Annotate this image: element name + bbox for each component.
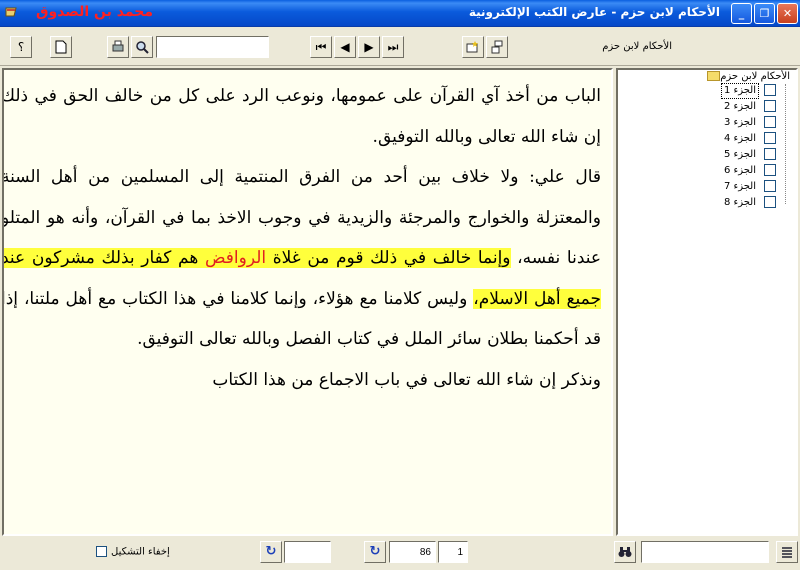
layout-icon <box>491 40 503 54</box>
list-icon <box>782 547 792 558</box>
book-label: الأحكام لابن حزم <box>602 41 672 52</box>
tree-item-label: الجزء 4 <box>723 133 756 144</box>
tree-root-label: الأحكام لابن حزم <box>720 71 790 82</box>
app-icon[interactable] <box>4 5 18 19</box>
folder-open-icon <box>707 71 721 81</box>
app-window: محمد بن الصدوق الأحكام لابن حزم - عارض ا… <box>0 0 800 570</box>
tree-item-part-5[interactable]: الجزء 5 <box>722 148 776 162</box>
checkbox[interactable] <box>764 132 776 144</box>
hide-diacritics-toggle[interactable]: إخفاء التشكيل <box>96 546 170 558</box>
close-button[interactable]: ✕ <box>777 3 798 24</box>
restore-button[interactable]: ❐ <box>754 3 775 24</box>
tree-item-label: الجزء 8 <box>723 197 756 208</box>
tree-item-part-3[interactable]: الجزء 3 <box>722 116 776 130</box>
print-button[interactable] <box>107 36 129 58</box>
list-button[interactable] <box>776 541 798 563</box>
checkbox[interactable] <box>764 180 776 192</box>
tree-item-part-4[interactable]: الجزء 4 <box>722 132 776 146</box>
bookmark-icon <box>466 41 478 53</box>
hide-diacritics-label: إخفاء التشكيل <box>111 546 170 558</box>
last-page-button[interactable]: ⏭ <box>382 36 404 58</box>
paragraph-2: قال علي: ولا خلاف بين أحد من الفرق المنت… <box>4 157 602 360</box>
first-page-button[interactable]: ⏮ <box>310 36 332 58</box>
text-pane[interactable]: الباب من أخذ آي القرآن على عمومها، ونوعب… <box>2 68 613 536</box>
go-to-page-button[interactable]: ↻ <box>364 541 386 563</box>
paragraph-3: ونذكر إن شاء الله تعالى في باب الاجماع م… <box>212 369 601 390</box>
tree-item-part-1[interactable]: الجزء 1 <box>720 83 776 99</box>
search-book-button[interactable] <box>131 36 153 58</box>
printer-icon <box>112 40 124 52</box>
tree-item-part-7[interactable]: الجزء 7 <box>722 180 776 194</box>
tree-item-part-2[interactable]: الجزء 2 <box>722 100 776 114</box>
prev-page-button[interactable]: ◀ <box>334 36 356 58</box>
help-button[interactable]: ؟ <box>10 36 32 58</box>
tree-item-part-6[interactable]: الجزء 6 <box>722 164 776 178</box>
text-segment: وإنما خالف في ذلك قوم من غلاة <box>266 248 511 268</box>
minimize-button[interactable]: _ <box>731 3 752 24</box>
status-bar: إخفاء التشكيل ↻ ↻ <box>0 538 800 570</box>
tree-item-part-8[interactable]: الجزء 8 <box>722 196 776 210</box>
tree-item-label: الجزء 7 <box>723 181 756 192</box>
tree-item-label: الجزء 5 <box>723 149 756 160</box>
tree-item-label: الجزء 3 <box>723 117 756 128</box>
search-icon <box>136 41 149 54</box>
part-number-field[interactable] <box>438 541 468 563</box>
checkbox[interactable] <box>764 116 776 128</box>
checkbox[interactable] <box>764 196 776 208</box>
window-title: الأحكام لابن حزم - عارض الكتب الإلكتروني… <box>468 5 720 19</box>
tree-item-label: الجزء 6 <box>723 165 756 176</box>
checkbox[interactable] <box>764 84 776 96</box>
contents-tree: الأحكام لابن حزم الجزء 1 الجزء 2 الجزء 3… <box>616 68 798 536</box>
checkbox[interactable] <box>764 100 776 112</box>
title-bar: محمد بن الصدوق الأحكام لابن حزم - عارض ا… <box>0 0 800 27</box>
tree-item-label: الجزء 1 <box>720 83 760 99</box>
highlighted-keyword: الروافض <box>204 248 267 268</box>
next-page-button[interactable]: ▶ <box>358 36 380 58</box>
toolbar: ؟ ⏮ ◀ ▶ ⏭ الأحكام لابن حزم <box>0 28 800 66</box>
go-button[interactable]: ↻ <box>260 541 282 563</box>
hide-diacritics-checkbox[interactable] <box>96 546 107 557</box>
page-icon <box>55 40 67 54</box>
find-button[interactable] <box>614 541 636 563</box>
binoculars-icon <box>618 547 632 557</box>
book-text: الباب من أخذ آي القرآن على عمومها، ونوعب… <box>2 76 602 400</box>
layout-button[interactable] <box>486 36 508 58</box>
tree-item-label: الجزء 2 <box>723 101 756 112</box>
author-name: محمد بن الصدوق <box>36 4 153 20</box>
search-position-field[interactable] <box>284 541 331 563</box>
find-text-input[interactable] <box>641 541 769 563</box>
new-page-button[interactable] <box>50 36 72 58</box>
checkbox[interactable] <box>764 148 776 160</box>
page-number-field[interactable] <box>389 541 436 563</box>
toolbar-search-input[interactable] <box>156 36 269 58</box>
paragraph-1: الباب من أخذ آي القرآن على عمومها، ونوعب… <box>2 86 601 147</box>
tree-connector <box>785 84 786 204</box>
bookmark-button[interactable] <box>462 36 484 58</box>
tree-root[interactable]: الأحكام لابن حزم <box>704 71 790 82</box>
checkbox[interactable] <box>764 164 776 176</box>
